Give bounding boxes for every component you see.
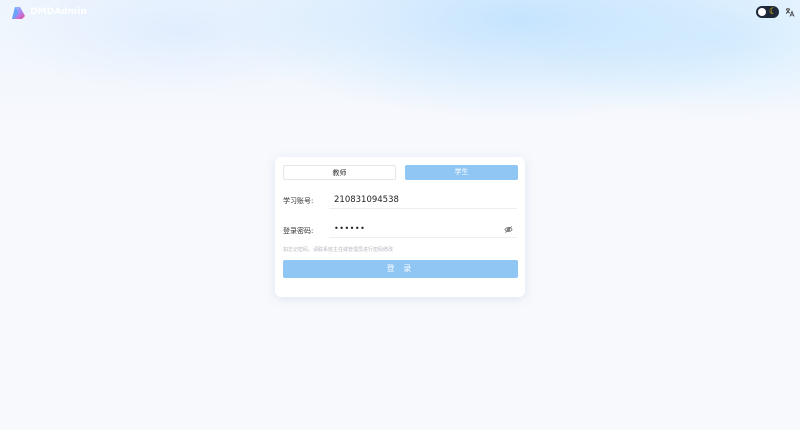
app-logo-icon (12, 7, 25, 19)
moon-icon: ☾ (769, 7, 778, 17)
login-button[interactable]: 登 录 (283, 260, 518, 278)
top-bar: DMDAdmin ☾ (0, 0, 800, 26)
account-field[interactable]: 210831094538 (329, 192, 517, 209)
password-value: •••••• (334, 224, 366, 233)
app-brand-name: DMDAdmin (30, 7, 87, 17)
account-value: 210831094538 (334, 195, 399, 205)
forgot-password-hint: 如忘记密码，请联系班主任或管理员进行密码修改 (283, 247, 394, 253)
password-field[interactable]: •••••• (329, 221, 517, 238)
tab-student[interactable]: 学生 (405, 165, 518, 180)
toggle-knob (758, 8, 766, 16)
tab-teacher[interactable]: 教师 (283, 165, 396, 180)
translate-icon[interactable] (785, 7, 795, 17)
eye-off-icon[interactable] (504, 225, 513, 234)
password-label: 登录密码: (283, 227, 314, 235)
account-label: 学习账号: (283, 197, 314, 205)
login-card: 教师 学生 学习账号: 210831094538 登录密码: •••••• 如忘… (275, 157, 525, 297)
theme-toggle[interactable]: ☾ (756, 6, 779, 18)
